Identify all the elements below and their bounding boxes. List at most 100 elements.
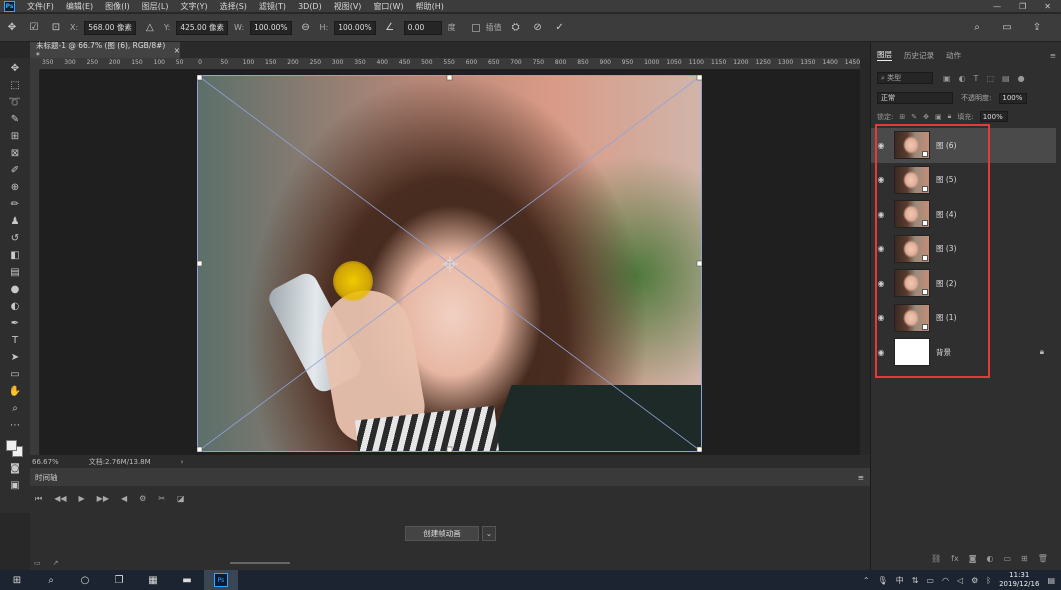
create-frame-animation-button[interactable]: 创建帧动画 [405, 526, 479, 541]
crop-icon[interactable]: ⊞ [4, 128, 26, 145]
commit-icon[interactable]: ✓ [552, 20, 568, 36]
eye-icon[interactable]: ◉ [871, 279, 891, 288]
brush-icon[interactable]: ✏ [4, 196, 26, 213]
next-frame-icon[interactable]: ▶▶ [97, 494, 109, 504]
smart-filter-icon[interactable]: ▤ [1002, 74, 1010, 83]
lock-position-icon[interactable]: ✥ [923, 113, 929, 121]
microphone-icon[interactable]: 🎙︎ [878, 576, 888, 585]
menu-view[interactable]: 视图(V) [328, 1, 368, 12]
bluetooth-icon[interactable]: ᛒ [986, 576, 991, 585]
layer-filter-select[interactable]: ⌕ 类型 [877, 72, 933, 84]
warp-icon[interactable]: ⛭ [508, 20, 524, 36]
frames-icon[interactable]: ▭ [34, 559, 41, 567]
free-transform-box[interactable] [197, 75, 702, 452]
reference-point-icon[interactable]: ⊡ [48, 20, 64, 36]
photoshop-task-button[interactable]: Ps [204, 570, 238, 590]
menu-edit[interactable]: 编辑(E) [60, 1, 99, 12]
volume-icon[interactable]: ◁ [957, 576, 963, 585]
eyedropper-icon[interactable]: ✐ [4, 162, 26, 179]
filter-toggle-icon[interactable]: ● [1018, 74, 1025, 83]
pen-icon[interactable]: ✒ [4, 315, 26, 332]
prev-frame-icon[interactable]: ◀◀ [54, 494, 66, 504]
menu-filter[interactable]: 滤镜(T) [253, 1, 292, 12]
screen-mode-icon[interactable]: ▣ [4, 477, 26, 494]
history-brush-icon[interactable]: ↺ [4, 230, 26, 247]
interpolation-checkbox[interactable] [471, 23, 480, 32]
y-input[interactable]: 425.00 像素 [176, 20, 228, 35]
timeline-title[interactable]: 时间轴 [35, 472, 58, 483]
menu-help[interactable]: 帮助(H) [410, 1, 450, 12]
type-filter-icon[interactable]: T [974, 74, 979, 83]
angle-input[interactable]: 0.00 [403, 20, 442, 35]
restore-button[interactable]: ❐ [1019, 2, 1026, 11]
panel-menu-icon[interactable]: ≡ [1050, 51, 1056, 60]
move-tool-icon[interactable]: ✥ [4, 20, 20, 36]
wifi-icon[interactable]: ◠ [942, 576, 949, 585]
convert-icon[interactable]: ↗ [53, 559, 59, 567]
status-arrow-icon[interactable]: › [181, 458, 184, 466]
timeline-zoom-slider[interactable] [230, 562, 290, 564]
network-icon[interactable]: ⇅ [912, 576, 919, 585]
cortana-icon[interactable]: ○ [68, 570, 102, 590]
quick-select-icon[interactable]: ✎ [4, 111, 26, 128]
zoom-icon[interactable]: ⌕ [4, 400, 26, 417]
clock[interactable]: 11:31 2019/12/16 [999, 571, 1039, 589]
blur-icon[interactable]: ● [4, 281, 26, 298]
layer-row[interactable]: ◉ 图 (3) [871, 232, 1056, 267]
start-icon[interactable]: ⊞ [0, 570, 34, 590]
menu-layer[interactable]: 图层(L) [136, 1, 175, 12]
horizontal-ruler[interactable]: 350 300 250 200 150 100 50 0 50 100 150 200 250 300 35… [40, 58, 860, 70]
lasso-icon[interactable]: ➰ [4, 94, 26, 111]
eye-icon[interactable]: ◉ [871, 348, 891, 357]
tray-up-icon[interactable]: ⌃ [863, 576, 870, 585]
lock-pixels-icon[interactable]: ✎ [911, 113, 917, 121]
pixel-filter-icon[interactable]: ▣ [943, 74, 951, 83]
color-swatches[interactable] [4, 438, 26, 460]
blend-mode-select[interactable]: 正常 [877, 92, 953, 104]
healing-icon[interactable]: ⊕ [4, 179, 26, 196]
marquee-icon[interactable]: ⬚ [4, 77, 26, 94]
settings-tray-icon[interactable]: ⚙ [971, 576, 978, 585]
frame-icon[interactable]: ⊠ [4, 145, 26, 162]
folder-icon[interactable]: ▬ [170, 570, 204, 590]
menu-type[interactable]: 文字(Y) [174, 1, 213, 12]
eraser-icon[interactable]: ◧ [4, 247, 26, 264]
layer-row[interactable]: ◉ 图 (1) [871, 301, 1056, 336]
eye-icon[interactable]: ◉ [871, 210, 891, 219]
search-icon[interactable]: ⌕ [969, 20, 985, 36]
tab-actions[interactable]: 动作 [946, 50, 961, 61]
link-layers-icon[interactable]: ⛓ [931, 554, 941, 563]
menu-file[interactable]: 文件(F) [21, 1, 60, 12]
menu-3d[interactable]: 3D(D) [292, 2, 328, 11]
play-icon[interactable]: ▶ [79, 494, 85, 504]
zoom-level[interactable]: 66.67% [32, 458, 59, 466]
opacity-input[interactable]: 100% [999, 92, 1028, 104]
lock-artboard-icon[interactable]: ▣ [935, 113, 942, 121]
share-icon[interactable]: ⇪ [1029, 20, 1045, 36]
eye-icon[interactable]: ◉ [871, 141, 891, 150]
layer-row[interactable]: ◉ 背景 🔒︎ [871, 335, 1056, 370]
fx-icon[interactable]: fx [951, 554, 959, 563]
width-input[interactable]: 100.00% [250, 20, 292, 35]
checkbox-icon[interactable]: ☑ [26, 20, 42, 36]
layer-row[interactable]: ◉ 图 (4) [871, 197, 1056, 232]
ime-icon[interactable]: 中 [896, 575, 904, 586]
x-input[interactable]: 568.00 像素 [84, 20, 136, 35]
cancel-icon[interactable]: ⊘ [530, 20, 546, 36]
chevron-down-icon[interactable]: ⌄ [482, 526, 496, 541]
minimize-button[interactable]: — [993, 2, 1001, 11]
search-icon[interactable]: ⌕ [34, 570, 68, 590]
shape-icon[interactable]: ▭ [4, 366, 26, 383]
menu-image[interactable]: 图像(I) [99, 1, 136, 12]
mask-icon[interactable]: ◙ [969, 554, 977, 563]
new-layer-icon[interactable]: ⊞ [1021, 554, 1028, 563]
eye-icon[interactable]: ◉ [871, 313, 891, 322]
split-icon[interactable]: ✂ [158, 494, 165, 504]
settings-icon[interactable]: ⚙ [139, 494, 146, 504]
timeline-menu-icon[interactable]: ≡ [858, 473, 864, 482]
task-view-icon[interactable]: ❐ [102, 570, 136, 590]
quick-mask-icon[interactable]: ◙ [4, 460, 26, 477]
link-icon[interactable]: ⊖ [298, 20, 314, 36]
gradient-icon[interactable]: ▤ [4, 264, 26, 281]
menu-select[interactable]: 选择(S) [214, 1, 253, 12]
